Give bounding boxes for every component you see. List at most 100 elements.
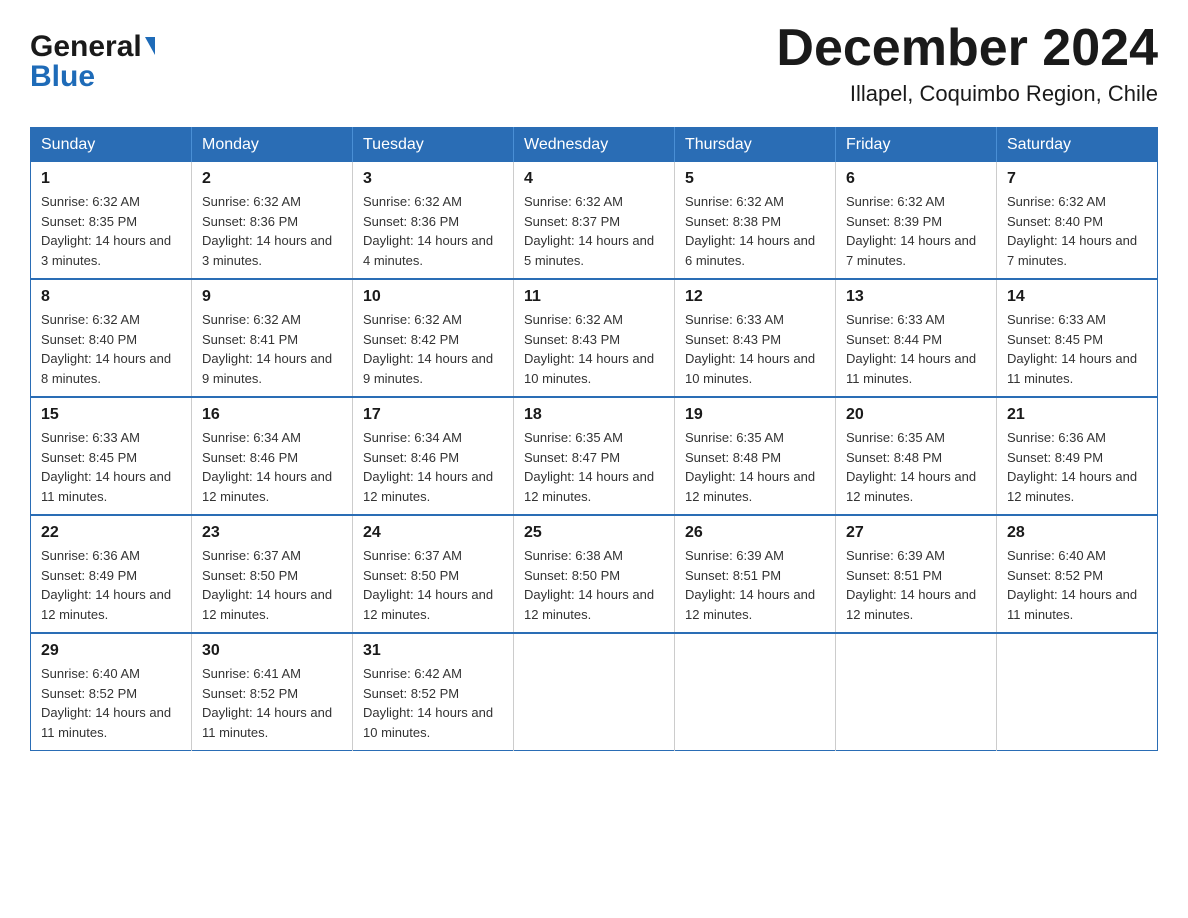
calendar-cell: 21 Sunrise: 6:36 AM Sunset: 8:49 PM Dayl… (997, 397, 1158, 515)
calendar-cell: 15 Sunrise: 6:33 AM Sunset: 8:45 PM Dayl… (31, 397, 192, 515)
calendar-cell: 2 Sunrise: 6:32 AM Sunset: 8:36 PM Dayli… (192, 162, 353, 279)
day-info: Sunrise: 6:37 AM Sunset: 8:50 PM Dayligh… (363, 546, 503, 624)
day-info: Sunrise: 6:37 AM Sunset: 8:50 PM Dayligh… (202, 546, 342, 624)
day-info: Sunrise: 6:33 AM Sunset: 8:44 PM Dayligh… (846, 310, 986, 388)
calendar-cell: 14 Sunrise: 6:33 AM Sunset: 8:45 PM Dayl… (997, 279, 1158, 397)
day-number: 28 (1007, 524, 1147, 542)
day-info: Sunrise: 6:35 AM Sunset: 8:48 PM Dayligh… (685, 428, 825, 506)
day-number: 12 (685, 288, 825, 306)
calendar-cell: 19 Sunrise: 6:35 AM Sunset: 8:48 PM Dayl… (675, 397, 836, 515)
day-number: 30 (202, 642, 342, 660)
location-text: Illapel, Coquimbo Region, Chile (776, 81, 1158, 107)
day-number: 22 (41, 524, 181, 542)
calendar-header-row: SundayMondayTuesdayWednesdayThursdayFrid… (31, 128, 1158, 163)
day-number: 26 (685, 524, 825, 542)
calendar-cell: 7 Sunrise: 6:32 AM Sunset: 8:40 PM Dayli… (997, 162, 1158, 279)
day-info: Sunrise: 6:38 AM Sunset: 8:50 PM Dayligh… (524, 546, 664, 624)
day-info: Sunrise: 6:32 AM Sunset: 8:42 PM Dayligh… (363, 310, 503, 388)
day-info: Sunrise: 6:40 AM Sunset: 8:52 PM Dayligh… (1007, 546, 1147, 624)
day-number: 4 (524, 170, 664, 188)
calendar-cell: 5 Sunrise: 6:32 AM Sunset: 8:38 PM Dayli… (675, 162, 836, 279)
day-number: 29 (41, 642, 181, 660)
calendar-cell: 4 Sunrise: 6:32 AM Sunset: 8:37 PM Dayli… (514, 162, 675, 279)
day-info: Sunrise: 6:32 AM Sunset: 8:38 PM Dayligh… (685, 192, 825, 270)
day-number: 21 (1007, 406, 1147, 424)
day-number: 3 (363, 170, 503, 188)
calendar-cell: 10 Sunrise: 6:32 AM Sunset: 8:42 PM Dayl… (353, 279, 514, 397)
day-number: 7 (1007, 170, 1147, 188)
calendar-cell: 9 Sunrise: 6:32 AM Sunset: 8:41 PM Dayli… (192, 279, 353, 397)
day-info: Sunrise: 6:41 AM Sunset: 8:52 PM Dayligh… (202, 664, 342, 742)
title-block: December 2024 Illapel, Coquimbo Region, … (776, 20, 1158, 107)
day-number: 13 (846, 288, 986, 306)
day-number: 2 (202, 170, 342, 188)
day-number: 16 (202, 406, 342, 424)
day-info: Sunrise: 6:32 AM Sunset: 8:40 PM Dayligh… (1007, 192, 1147, 270)
weekday-header-tuesday: Tuesday (353, 128, 514, 163)
day-number: 11 (524, 288, 664, 306)
calendar-cell: 20 Sunrise: 6:35 AM Sunset: 8:48 PM Dayl… (836, 397, 997, 515)
calendar-cell: 31 Sunrise: 6:42 AM Sunset: 8:52 PM Dayl… (353, 633, 514, 751)
calendar-cell: 16 Sunrise: 6:34 AM Sunset: 8:46 PM Dayl… (192, 397, 353, 515)
logo-general-text: General (30, 30, 142, 64)
weekday-header-wednesday: Wednesday (514, 128, 675, 163)
day-info: Sunrise: 6:36 AM Sunset: 8:49 PM Dayligh… (1007, 428, 1147, 506)
day-info: Sunrise: 6:36 AM Sunset: 8:49 PM Dayligh… (41, 546, 181, 624)
day-info: Sunrise: 6:32 AM Sunset: 8:36 PM Dayligh… (202, 192, 342, 270)
calendar-cell: 29 Sunrise: 6:40 AM Sunset: 8:52 PM Dayl… (31, 633, 192, 751)
day-info: Sunrise: 6:39 AM Sunset: 8:51 PM Dayligh… (685, 546, 825, 624)
calendar-cell (675, 633, 836, 751)
calendar-cell: 11 Sunrise: 6:32 AM Sunset: 8:43 PM Dayl… (514, 279, 675, 397)
day-number: 1 (41, 170, 181, 188)
day-info: Sunrise: 6:39 AM Sunset: 8:51 PM Dayligh… (846, 546, 986, 624)
calendar-table: SundayMondayTuesdayWednesdayThursdayFrid… (30, 127, 1158, 751)
calendar-cell: 3 Sunrise: 6:32 AM Sunset: 8:36 PM Dayli… (353, 162, 514, 279)
calendar-cell: 6 Sunrise: 6:32 AM Sunset: 8:39 PM Dayli… (836, 162, 997, 279)
logo-arrow-icon (145, 37, 155, 55)
day-number: 10 (363, 288, 503, 306)
calendar-week-row: 22 Sunrise: 6:36 AM Sunset: 8:49 PM Dayl… (31, 515, 1158, 633)
day-info: Sunrise: 6:34 AM Sunset: 8:46 PM Dayligh… (202, 428, 342, 506)
calendar-cell: 25 Sunrise: 6:38 AM Sunset: 8:50 PM Dayl… (514, 515, 675, 633)
calendar-cell (514, 633, 675, 751)
weekday-header-friday: Friday (836, 128, 997, 163)
day-info: Sunrise: 6:40 AM Sunset: 8:52 PM Dayligh… (41, 664, 181, 742)
day-info: Sunrise: 6:34 AM Sunset: 8:46 PM Dayligh… (363, 428, 503, 506)
day-info: Sunrise: 6:32 AM Sunset: 8:41 PM Dayligh… (202, 310, 342, 388)
page-header: General Blue December 2024 Illapel, Coqu… (30, 20, 1158, 107)
day-number: 9 (202, 288, 342, 306)
calendar-cell (836, 633, 997, 751)
day-number: 15 (41, 406, 181, 424)
day-number: 14 (1007, 288, 1147, 306)
calendar-cell: 1 Sunrise: 6:32 AM Sunset: 8:35 PM Dayli… (31, 162, 192, 279)
day-info: Sunrise: 6:42 AM Sunset: 8:52 PM Dayligh… (363, 664, 503, 742)
calendar-cell: 12 Sunrise: 6:33 AM Sunset: 8:43 PM Dayl… (675, 279, 836, 397)
calendar-cell: 13 Sunrise: 6:33 AM Sunset: 8:44 PM Dayl… (836, 279, 997, 397)
day-info: Sunrise: 6:35 AM Sunset: 8:48 PM Dayligh… (846, 428, 986, 506)
calendar-week-row: 1 Sunrise: 6:32 AM Sunset: 8:35 PM Dayli… (31, 162, 1158, 279)
logo: General Blue (30, 30, 155, 94)
weekday-header-thursday: Thursday (675, 128, 836, 163)
calendar-week-row: 8 Sunrise: 6:32 AM Sunset: 8:40 PM Dayli… (31, 279, 1158, 397)
day-number: 20 (846, 406, 986, 424)
calendar-cell: 24 Sunrise: 6:37 AM Sunset: 8:50 PM Dayl… (353, 515, 514, 633)
day-number: 17 (363, 406, 503, 424)
day-info: Sunrise: 6:32 AM Sunset: 8:40 PM Dayligh… (41, 310, 181, 388)
calendar-cell: 28 Sunrise: 6:40 AM Sunset: 8:52 PM Dayl… (997, 515, 1158, 633)
day-info: Sunrise: 6:32 AM Sunset: 8:39 PM Dayligh… (846, 192, 986, 270)
day-info: Sunrise: 6:35 AM Sunset: 8:47 PM Dayligh… (524, 428, 664, 506)
day-number: 31 (363, 642, 503, 660)
calendar-cell (997, 633, 1158, 751)
day-number: 23 (202, 524, 342, 542)
day-number: 27 (846, 524, 986, 542)
day-number: 6 (846, 170, 986, 188)
calendar-cell: 22 Sunrise: 6:36 AM Sunset: 8:49 PM Dayl… (31, 515, 192, 633)
calendar-cell: 18 Sunrise: 6:35 AM Sunset: 8:47 PM Dayl… (514, 397, 675, 515)
day-info: Sunrise: 6:32 AM Sunset: 8:43 PM Dayligh… (524, 310, 664, 388)
day-info: Sunrise: 6:32 AM Sunset: 8:36 PM Dayligh… (363, 192, 503, 270)
day-info: Sunrise: 6:33 AM Sunset: 8:45 PM Dayligh… (41, 428, 181, 506)
calendar-cell: 23 Sunrise: 6:37 AM Sunset: 8:50 PM Dayl… (192, 515, 353, 633)
day-number: 18 (524, 406, 664, 424)
calendar-cell: 27 Sunrise: 6:39 AM Sunset: 8:51 PM Dayl… (836, 515, 997, 633)
calendar-cell: 8 Sunrise: 6:32 AM Sunset: 8:40 PM Dayli… (31, 279, 192, 397)
